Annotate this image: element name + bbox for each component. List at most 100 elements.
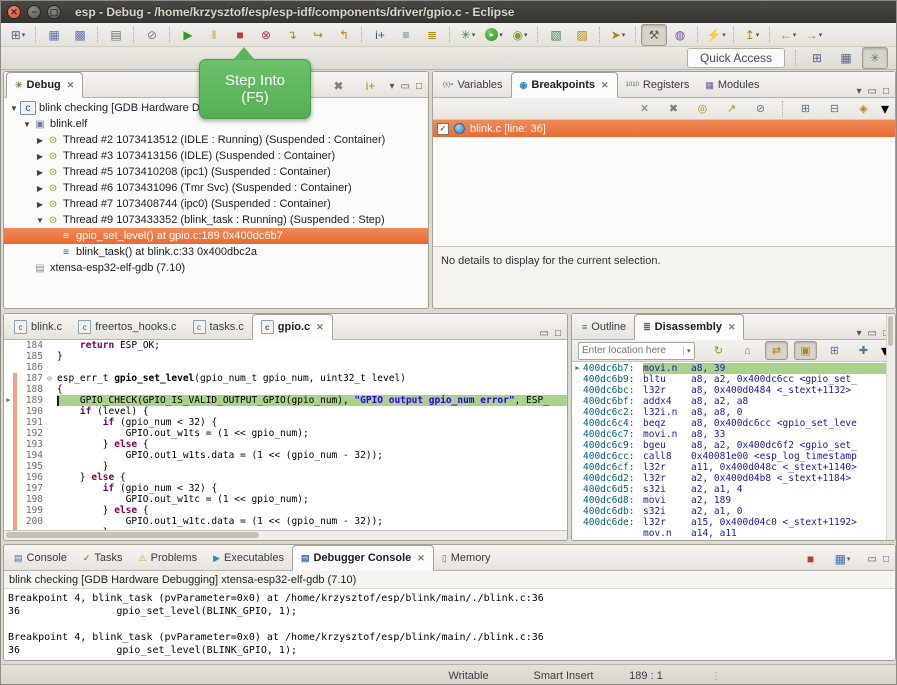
code-line[interactable]: 190 if (level) { xyxy=(4,406,567,417)
dropdown-arrow-icon[interactable]: ▾ xyxy=(622,31,626,39)
location-combo[interactable]: ▾ xyxy=(578,342,695,360)
tab-tasks-c[interactable]: ctasks.c xyxy=(185,315,252,339)
code-line[interactable]: 186 xyxy=(4,362,567,373)
maximize-icon[interactable]: □ xyxy=(883,86,889,97)
dropdown-arrow-icon[interactable]: ▾ xyxy=(499,31,503,39)
disassembly-line[interactable]: 400dc6bc:l32ra8, 0x400d0484 <_stext+1132… xyxy=(572,385,895,396)
debug-tree-row[interactable]: ▶⊙Thread #7 1073408744 (ipc0) (Suspended… xyxy=(4,196,428,212)
view-menu-icon[interactable]: ▾ xyxy=(389,81,394,92)
breakpoint-checkbox[interactable]: ✓ xyxy=(437,123,449,135)
sync-with-stack-frame-icon[interactable]: ⇄ xyxy=(765,341,788,360)
window-minimize-icon[interactable]: − xyxy=(27,5,41,19)
view-menu-icon[interactable]: ▾ xyxy=(856,86,861,97)
window-close-icon[interactable]: ✕ xyxy=(7,5,21,19)
disassembly-line[interactable]: 400dc6bf:addx4a8, a2, a8 xyxy=(572,396,895,407)
tab-gpio-c[interactable]: cgpio.c✕ xyxy=(252,314,333,340)
tab-disassembly[interactable]: ≣Disassembly✕ xyxy=(634,314,744,340)
code-line[interactable]: 193 } else { xyxy=(4,439,567,450)
debug-tree-selected-frame[interactable]: ≡gpio_set_level() at gpio.c:189 0x400dc6… xyxy=(4,228,428,244)
code-line[interactable]: 194 GPIO.out1_w1ts.data = (1 << (gpio_nu… xyxy=(4,450,567,461)
tab-freertos-hooks-c[interactable]: cfreertos_hooks.c xyxy=(70,315,184,339)
cpp-perspective-icon[interactable]: ▦ xyxy=(833,47,859,69)
code-line[interactable]: 198 GPIO.out_w1tc = (1 << gpio_num); xyxy=(4,494,567,505)
code-line[interactable]: 184 return ESP_OK; xyxy=(4,340,567,351)
expand-all-icon[interactable]: ⊞ xyxy=(794,99,817,118)
forward-icon[interactable]: →▾ xyxy=(801,24,827,46)
dropdown-arrow-icon[interactable]: ▾ xyxy=(756,31,760,39)
run-icon[interactable]: ▸▾ xyxy=(481,24,507,46)
debug-configurations-icon[interactable]: ⚡▾ xyxy=(703,24,729,46)
resume-icon[interactable]: ▶ xyxy=(175,24,201,46)
disassembly-line[interactable]: 400dc6d8:movia2, 189 xyxy=(572,495,895,506)
skip-all-breakpoints-view-icon[interactable]: ⊘ xyxy=(749,99,772,118)
disassembly-current-line[interactable]: ▶400dc6b7:movi.na8, 39 xyxy=(572,363,895,374)
tab-memory[interactable]: ▯Memory xyxy=(434,546,499,570)
tree-expand-icon[interactable]: ▼ xyxy=(8,104,20,113)
code-area[interactable]: 184 return ESP_OK;185}186187⊖esp_err_t g… xyxy=(4,340,567,532)
tab-console[interactable]: ▤Console xyxy=(6,546,75,570)
debug-perspective-icon[interactable]: ✳ xyxy=(862,47,888,69)
dropdown-arrow-icon[interactable]: ▾ xyxy=(722,31,726,39)
minimize-icon[interactable]: ▭ xyxy=(868,554,877,565)
quick-access-button[interactable]: Quick Access xyxy=(687,48,785,68)
code-line[interactable]: 195 } xyxy=(4,461,567,472)
disassembly-line[interactable]: 400dc6c7:movi.na8, 33 xyxy=(572,429,895,440)
disassembly-line[interactable]: 400dc6d5:s32ia2, a1, 4 xyxy=(572,484,895,495)
location-dropdown-icon[interactable]: ▾ xyxy=(683,347,694,355)
tab-debugger-console[interactable]: ▤Debugger Console✕ xyxy=(292,545,434,571)
code-line[interactable]: 200 GPIO.out1_w1tc.data = (1 << (gpio_nu… xyxy=(4,516,567,527)
fold-marker-icon[interactable]: ⊖ xyxy=(47,373,57,384)
disassembly-list[interactable]: ▶400dc6b7:movi.na8, 39400dc6b9:bltua8, a… xyxy=(572,362,895,541)
remove-all-terminated-icon[interactable]: ✖ xyxy=(325,75,351,97)
open-perspective-icon[interactable]: ⊞ xyxy=(804,47,830,69)
collapse-all-icon[interactable]: ⊟ xyxy=(823,99,846,118)
close-icon[interactable]: ✕ xyxy=(417,553,425,564)
editor-horizontal-scrollbar[interactable] xyxy=(4,530,567,540)
dropdown-arrow-icon[interactable]: ▾ xyxy=(22,31,26,39)
tab-tasks[interactable]: ✓Tasks xyxy=(75,546,131,570)
go-to-file-for-breakpoint-icon[interactable]: ↗ xyxy=(720,99,743,118)
debug-tree-row[interactable]: ▶⊙Thread #3 1073413156 (IDLE) (Suspended… xyxy=(4,148,428,164)
minimize-icon[interactable]: ▭ xyxy=(868,86,877,97)
use-step-filters-icon[interactable]: ≣ xyxy=(419,24,445,46)
new-wizard-icon[interactable]: ⊞▾ xyxy=(5,24,31,46)
dropdown-arrow-icon[interactable]: ▾ xyxy=(819,31,823,39)
dropdown-arrow-icon[interactable]: ▾ xyxy=(847,555,851,563)
disassembly-line[interactable]: 400dc6c9:bgeua8, a2, 0x400dc6f2 <gpio_se… xyxy=(572,440,895,451)
code-line[interactable]: 191 if (gpio_num < 32) { xyxy=(4,417,567,428)
maximize-icon[interactable]: □ xyxy=(883,554,889,565)
minimize-icon[interactable]: ▭ xyxy=(401,81,410,92)
close-icon[interactable]: ✕ xyxy=(728,322,736,333)
code-line[interactable]: 188{ xyxy=(4,384,567,395)
debug-tree-row[interactable]: ≡blink_task() at blink.c:33 0x400dbc2a xyxy=(4,244,428,260)
open-element-icon[interactable]: ▨ xyxy=(569,24,595,46)
terminate-console-icon[interactable]: ■ xyxy=(798,548,824,570)
location-input[interactable] xyxy=(579,345,683,356)
disassembly-line[interactable]: 400dc6de:l32ra15, 0x400d04c0 <_stext+119… xyxy=(572,517,895,528)
minimize-icon[interactable]: ▭ xyxy=(868,328,877,339)
remove-breakpoint-icon[interactable]: ✕ xyxy=(633,99,656,118)
build-all-icon[interactable]: ◍ xyxy=(667,24,693,46)
code-line[interactable]: 185} xyxy=(4,351,567,362)
dropdown-arrow-icon[interactable]: ▾ xyxy=(524,31,528,39)
disassembly-scrollbar[interactable] xyxy=(886,314,895,540)
drop-to-frame-icon[interactable]: ≡ xyxy=(393,24,419,46)
dropdown-arrow-icon[interactable]: ▾ xyxy=(793,31,797,39)
current-execution-line[interactable]: ▶189 GPIO_CHECK(GPIO_IS_VALID_OUTPUT_GPI… xyxy=(4,395,567,406)
close-icon[interactable]: ✕ xyxy=(67,80,75,91)
link-with-debug-view-icon[interactable]: ◈ xyxy=(852,99,875,118)
view-menu-icon[interactable]: ▾ xyxy=(856,328,861,339)
skip-all-breakpoints-icon[interactable]: ⊘ xyxy=(139,24,165,46)
refresh-view-icon[interactable]: ↻ xyxy=(707,341,730,360)
breakpoint-entry[interactable]: ✓ blink.c [line: 36] xyxy=(433,120,895,137)
close-icon[interactable]: ✕ xyxy=(601,80,609,91)
debug-icon[interactable]: ✳▾ xyxy=(455,24,481,46)
debug-tree-row[interactable]: ▼⊙Thread #9 1073433352 (blink_task : Run… xyxy=(4,212,428,228)
debug-tree-row[interactable]: ▶⊙Thread #5 1073410208 (ipc1) (Suspended… xyxy=(4,164,428,180)
back-icon[interactable]: ←▾ xyxy=(775,24,801,46)
tab-outline[interactable]: ≡Outline xyxy=(574,315,634,339)
disassembly-line[interactable]: mov.na14, a11 xyxy=(572,528,895,539)
step-return-icon[interactable]: ↰ xyxy=(331,24,357,46)
debug-tree-row[interactable]: ▶⊙Thread #6 1073431096 (Tmr Svc) (Suspen… xyxy=(4,180,428,196)
disassembly-line[interactable]: 400dc6c4:beqza8, 0x400dc6cc <gpio_set_le… xyxy=(572,418,895,429)
